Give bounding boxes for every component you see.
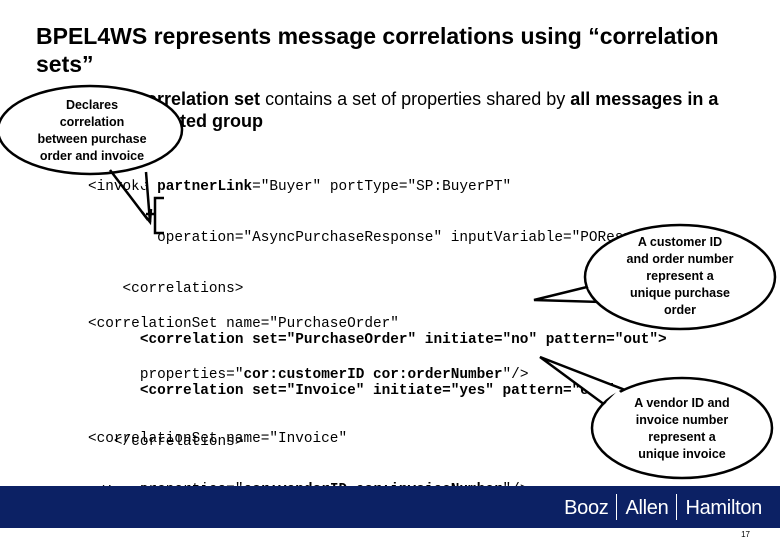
- text-segment: order: [664, 303, 696, 317]
- text-segment: Declares: [65, 98, 119, 112]
- text-segment: between purchase: [37, 132, 147, 146]
- brand-divider: [616, 494, 618, 520]
- footer-bar: Booz Allen Hamilton: [0, 486, 780, 528]
- text-segment: unique purchase: [629, 286, 731, 300]
- text-segment: invoice number: [635, 413, 729, 427]
- brand-word: Allen: [625, 497, 669, 519]
- brand-word: Booz: [564, 497, 609, 519]
- text-segment: represent a: [648, 430, 716, 444]
- text-segment: A vendor ID and: [634, 396, 730, 410]
- page-number: 17: [741, 530, 750, 539]
- text-segment: unique invoice: [638, 447, 726, 461]
- text-segment: represent a: [646, 269, 714, 283]
- text-segment: and order number: [626, 252, 734, 266]
- brand-logo: Booz Allen Hamilton: [564, 494, 762, 520]
- brand-word: Hamilton: [685, 497, 762, 519]
- callout-vendor-text: A vendor ID and invoice number represent…: [612, 395, 752, 463]
- callout-declares-text: Declares correlation between purchase or…: [22, 97, 162, 165]
- brand-divider: [676, 494, 678, 520]
- text-segment: correlation: [59, 115, 125, 129]
- text-segment: A customer ID: [637, 235, 723, 249]
- callout-customer-text: A customer ID and order number represent…: [610, 234, 750, 319]
- text-segment: order and invoice: [39, 149, 145, 163]
